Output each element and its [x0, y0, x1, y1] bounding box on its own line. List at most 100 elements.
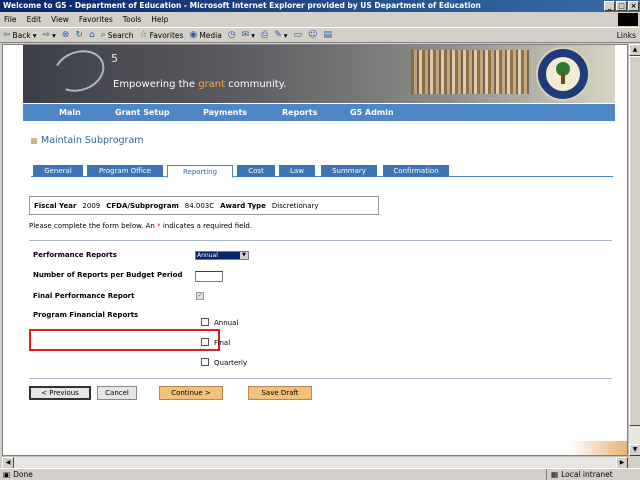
final-performance-report-checkbox[interactable]: ✓ — [196, 292, 204, 300]
tab-general[interactable]: General — [33, 165, 83, 177]
refresh-button[interactable]: ↻ — [75, 30, 83, 40]
divider-bottom — [29, 378, 612, 379]
favorites-button[interactable]: ☆ Favorites — [139, 30, 183, 40]
fiscal-year-value: 2009 — [82, 201, 101, 210]
mail-icon: ✉ — [241, 30, 250, 40]
financial-annual-label: Annual — [214, 319, 239, 327]
previous-button[interactable]: < Previous — [29, 386, 91, 400]
tab-law[interactable]: Law — [279, 165, 315, 177]
financial-final-checkbox[interactable] — [201, 338, 209, 346]
back-arrow-icon: ⇦ — [3, 30, 11, 40]
performance-reports-select[interactable]: Annual ▼ — [195, 251, 249, 260]
performance-reports-selected: Annual — [197, 252, 218, 259]
refresh-icon: ↻ — [75, 30, 83, 40]
close-button[interactable]: × — [628, 1, 639, 11]
home-button[interactable]: ⌂ — [89, 30, 95, 40]
links-button[interactable]: Links — [617, 31, 636, 40]
tab-program-office[interactable]: Program Office — [87, 165, 163, 177]
windows-logo-icon — [618, 13, 638, 26]
scroll-up-icon[interactable]: ▲ — [629, 44, 640, 56]
intranet-icon: ▦ — [551, 470, 559, 479]
scroll-thumb[interactable] — [629, 56, 640, 426]
menu-file[interactable]: File — [4, 15, 17, 24]
continue-button[interactable]: Continue > — [159, 386, 223, 400]
maximize-button[interactable]: □ — [616, 1, 627, 11]
security-zone: ▦ Local intranet — [546, 469, 613, 480]
discuss-button[interactable]: ▭ — [294, 30, 303, 40]
cancel-button[interactable]: Cancel — [97, 386, 137, 400]
edit-button[interactable]: ✎ ▾ — [274, 30, 287, 40]
media-button[interactable]: ◉ Media — [189, 30, 221, 40]
award-info-box: Fiscal Year 2009 CFDA/Subprogram 84.003C… — [29, 196, 379, 215]
nav-main[interactable]: Main — [59, 108, 81, 117]
stop-button[interactable]: ⊗ — [62, 30, 70, 40]
mail-button[interactable]: ✉ ▾ — [242, 30, 255, 40]
history-icon: ◷ — [227, 30, 236, 40]
g5-logo-icon — [47, 45, 111, 99]
fiscal-year-label: Fiscal Year — [34, 201, 77, 210]
history-button[interactable]: ◷ — [228, 30, 236, 40]
edit-icon: ✎ — [274, 30, 282, 40]
vertical-scrollbar[interactable]: ▲ ▼ — [628, 44, 640, 456]
status-bar: ▣ Done ▦ Local intranet — [0, 468, 640, 480]
nav-payments[interactable]: Payments — [203, 108, 247, 117]
tab-confirmation[interactable]: Confirmation — [383, 165, 449, 177]
program-financial-reports-label: Program Financial Reports — [33, 311, 139, 319]
chevron-down-icon: ▼ — [240, 252, 248, 259]
bookshelf-image — [411, 50, 529, 94]
banner-tagline: Empowering the grant community. — [113, 79, 287, 90]
search-button[interactable]: ⌕ Search — [101, 30, 134, 40]
nav-reports[interactable]: Reports — [282, 108, 317, 117]
footer-corner-decoration — [569, 441, 627, 455]
print-button[interactable]: ⎙ — [261, 30, 268, 40]
minimize-button[interactable]: _ — [604, 1, 615, 11]
highlight-box — [29, 329, 220, 351]
forward-button[interactable]: ⇨ ▾ — [43, 30, 56, 40]
nav-grant-setup[interactable]: Grant Setup — [115, 108, 170, 117]
messenger-button[interactable]: ☺ — [308, 30, 317, 40]
star-icon: ☆ — [139, 30, 148, 40]
back-button[interactable]: ⇦ Back ▾ — [3, 30, 37, 40]
financial-final-label: Final — [214, 339, 231, 347]
nav-g5-admin[interactable]: G5 Admin — [350, 108, 394, 117]
num-reports-input[interactable] — [195, 271, 223, 282]
subprogram-tabs: General Program Office Reporting Cost La… — [31, 165, 613, 178]
site-banner: 5 Empowering the grant community. — [23, 45, 615, 103]
browser-toolbar: ⇦ Back ▾ ⇨ ▾ ⊗ ↻ ⌂ ⌕ Search ☆ Favorites ◉ Medi… — [0, 27, 640, 43]
award-type-value: Discretionary — [271, 201, 319, 210]
final-performance-report-label: Final Performance Report — [33, 292, 135, 300]
financial-quarterly-checkbox[interactable] — [201, 358, 209, 366]
discuss-icon: ▭ — [293, 30, 303, 40]
menu-bar: File Edit View Favorites Tools Help — [0, 13, 640, 26]
home-icon: ⌂ — [88, 30, 95, 40]
tagline-highlight: grant — [198, 79, 226, 90]
page-viewport: 5 Empowering the grant community. Main G… — [2, 44, 628, 456]
messenger-icon: ☺ — [308, 30, 318, 40]
menu-edit[interactable]: Edit — [27, 15, 42, 24]
horizontal-scrollbar[interactable]: ◀ ▶ — [2, 456, 628, 469]
media-icon: ◉ — [189, 30, 198, 40]
financial-annual-checkbox[interactable] — [201, 318, 209, 326]
page-title: Maintain Subprogram — [31, 135, 144, 146]
main-nav: Main Grant Setup Payments Reports G5 Adm… — [23, 104, 615, 121]
tab-summary[interactable]: Summary — [321, 165, 377, 177]
tab-reporting[interactable]: Reporting — [167, 165, 233, 178]
title-bullet-icon — [31, 137, 37, 144]
menu-help[interactable]: Help — [151, 15, 168, 24]
cfda-value: 84.003C — [184, 201, 215, 210]
performance-reports-label: Performance Reports — [33, 251, 117, 259]
menu-view[interactable]: View — [51, 15, 69, 24]
forward-arrow-icon: ⇨ — [42, 30, 51, 40]
print-icon: ⎙ — [261, 30, 269, 40]
window-title: Welcome to G5 - Department of Education … — [3, 1, 481, 10]
menu-tools[interactable]: Tools — [123, 15, 141, 24]
menu-favorites[interactable]: Favorites — [79, 15, 113, 24]
research-button[interactable]: ▤ — [323, 30, 332, 40]
stop-icon: ⊗ — [61, 30, 70, 40]
scroll-down-icon[interactable]: ▼ — [629, 444, 640, 456]
save-draft-button[interactable]: Save Draft — [248, 386, 312, 400]
department-seal-icon — [536, 47, 590, 101]
award-type-label: Award Type — [220, 201, 266, 210]
tab-cost[interactable]: Cost — [237, 165, 275, 177]
research-icon: ▤ — [323, 30, 332, 40]
